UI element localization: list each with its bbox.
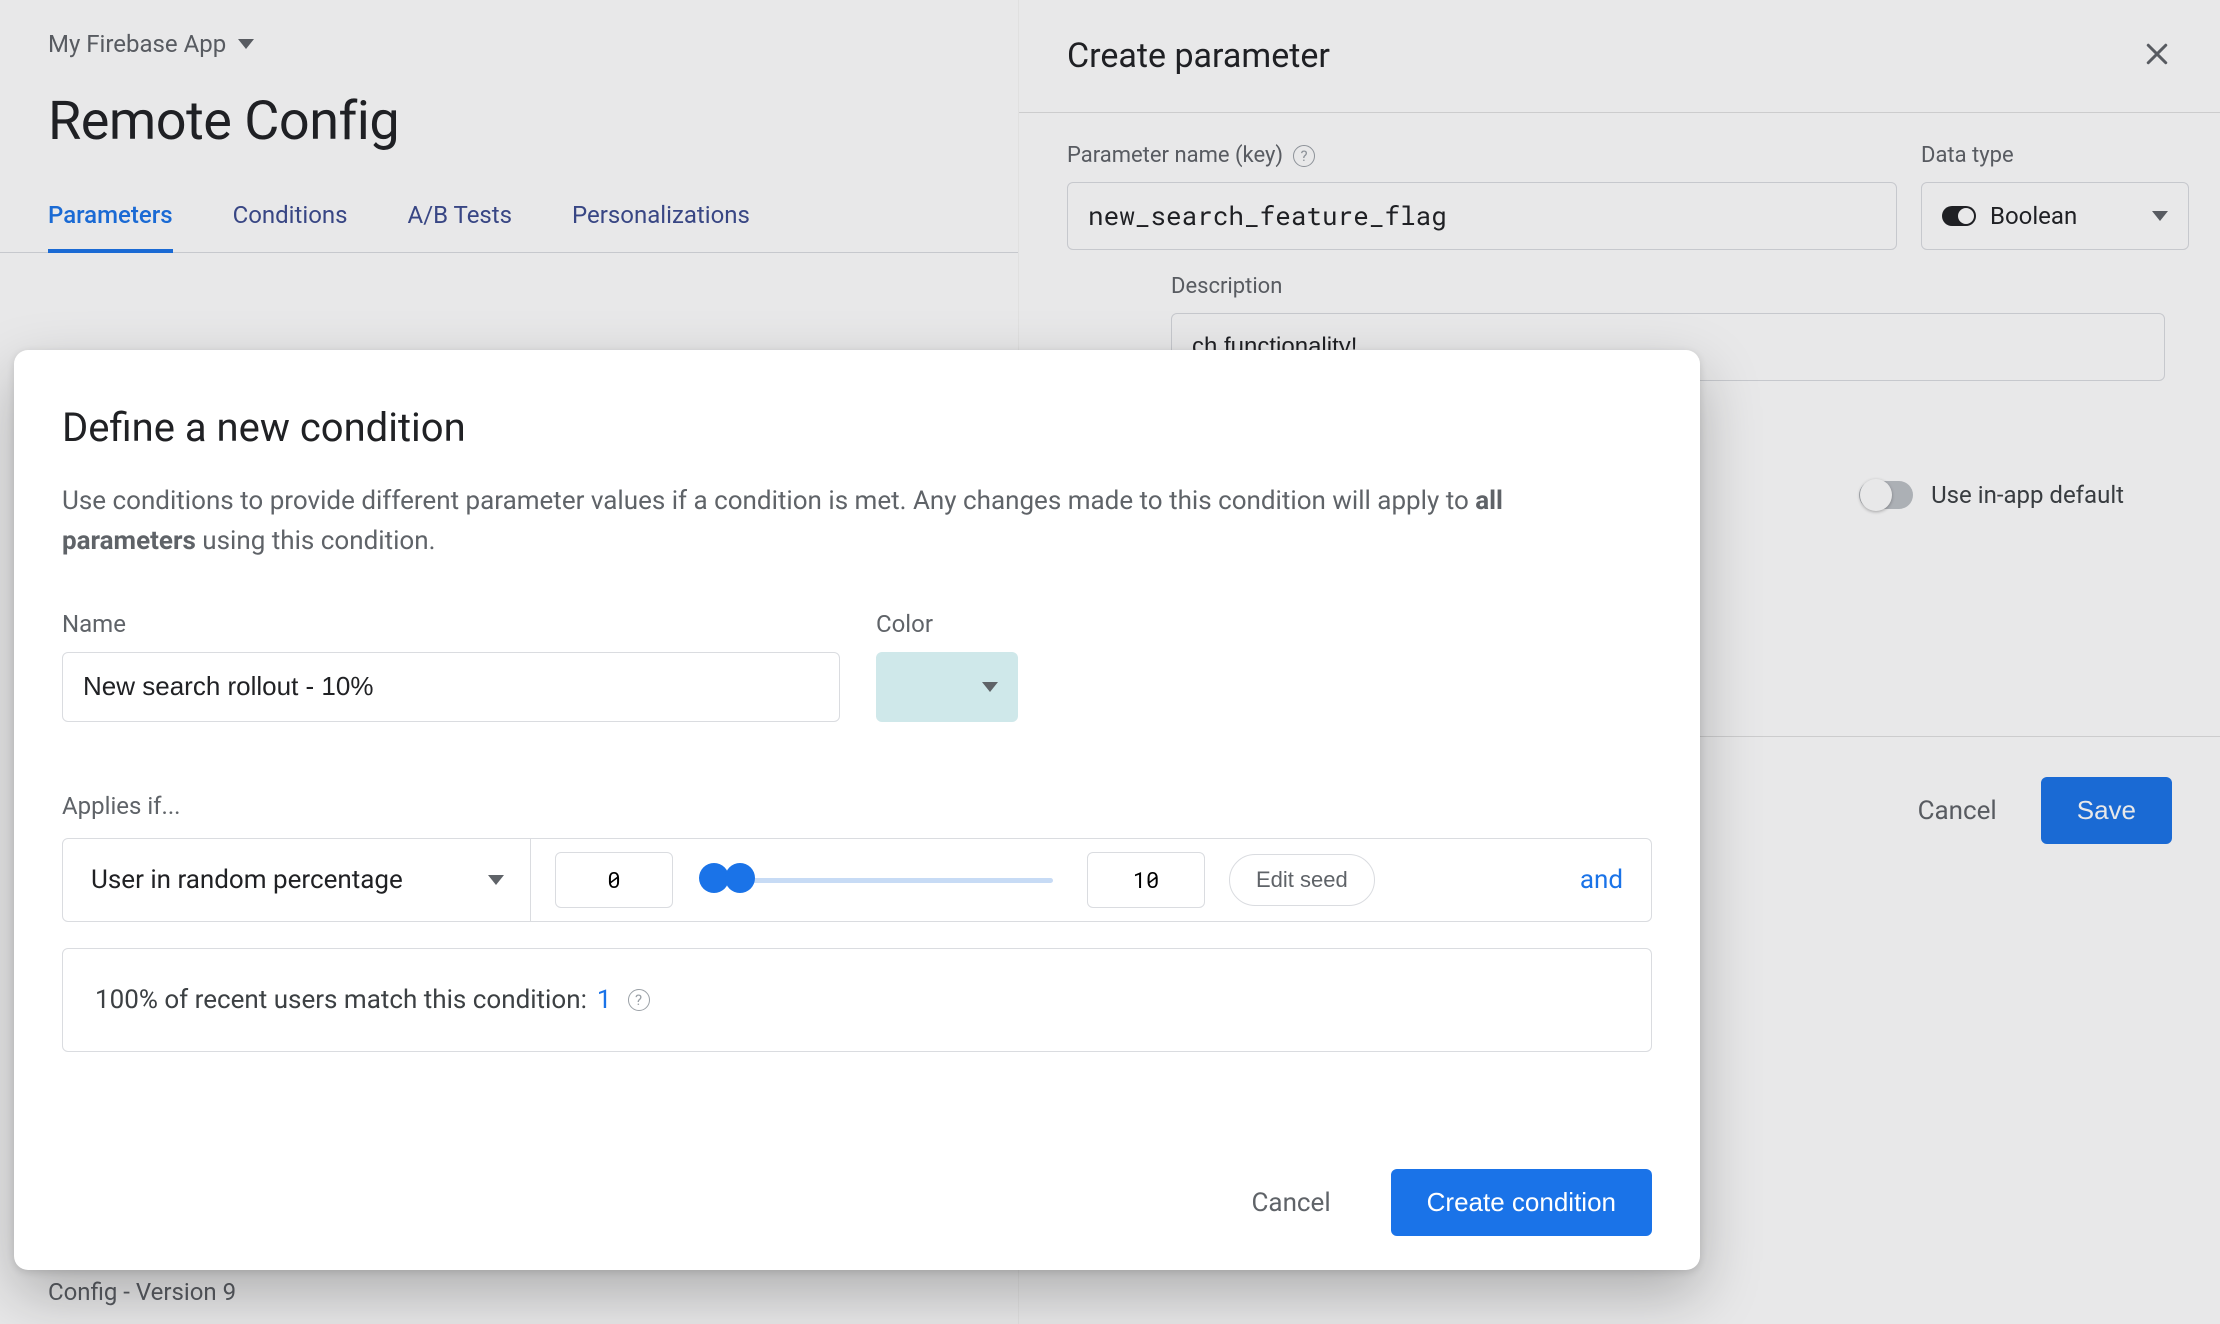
slider-thumb-high[interactable] <box>725 863 755 893</box>
add-and-clause[interactable]: and <box>1580 865 1623 895</box>
edit-seed-button[interactable]: Edit seed <box>1229 854 1375 906</box>
range-low-input[interactable] <box>555 852 673 908</box>
modal-title: Define a new condition <box>62 404 1652 451</box>
rule-row: User in random percentage Edit seed and <box>62 838 1652 922</box>
condition-name-input[interactable] <box>62 652 840 722</box>
rule-type-select[interactable]: User in random percentage <box>91 839 531 921</box>
match-summary: 100% of recent users match this conditio… <box>62 948 1652 1052</box>
percentage-slider[interactable] <box>707 875 1053 885</box>
rule-type-value: User in random percentage <box>91 865 403 895</box>
chevron-down-icon <box>982 682 998 692</box>
condition-name-label: Name <box>62 610 840 638</box>
help-icon[interactable]: ? <box>628 989 650 1011</box>
match-count: 1 <box>597 985 612 1015</box>
create-condition-button[interactable]: Create condition <box>1391 1169 1652 1236</box>
define-condition-modal: Define a new condition Use conditions to… <box>14 350 1700 1270</box>
modal-cancel-button[interactable]: Cancel <box>1252 1188 1331 1218</box>
range-high-input[interactable] <box>1087 852 1205 908</box>
condition-color-label: Color <box>876 610 1018 638</box>
condition-color-select[interactable] <box>876 652 1018 722</box>
applies-if-label: Applies if... <box>62 792 1652 820</box>
chevron-down-icon <box>488 875 504 885</box>
modal-description: Use conditions to provide different para… <box>62 481 1602 562</box>
match-text: 100% of recent users match this conditio… <box>95 985 587 1015</box>
